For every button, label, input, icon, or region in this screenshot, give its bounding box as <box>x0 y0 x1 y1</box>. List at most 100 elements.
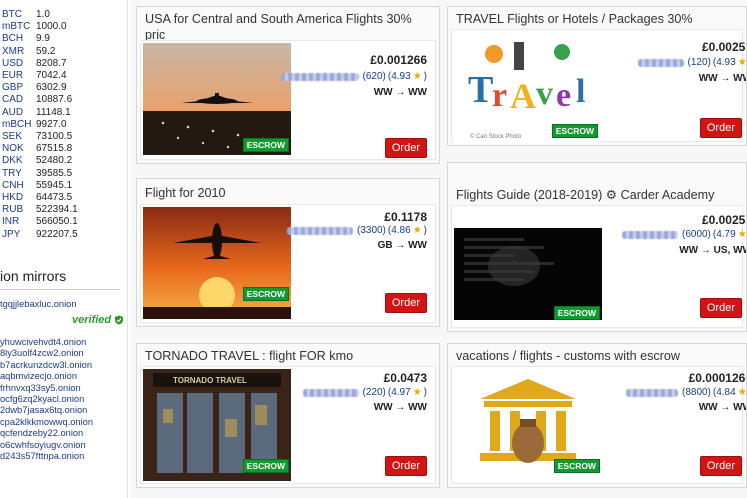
review-count: (6000) <box>681 229 711 240</box>
star-icon: ★ <box>412 71 422 82</box>
order-button[interactable]: Order <box>384 138 427 158</box>
rating-value: (4.93 <box>387 71 411 82</box>
listing-title[interactable]: TRAVEL Flights or Hotels / Packages 30% <box>456 11 740 27</box>
svg-text:l: l <box>576 73 585 110</box>
currency-value: 9927.0 <box>36 118 67 130</box>
rate-row: BCH 9.9 <box>0 33 78 45</box>
shield-check-icon <box>115 315 124 325</box>
currency-value: 1.0 <box>36 9 50 20</box>
mirror-link[interactable]: b7acrkunzdcw3l.onion <box>0 360 93 371</box>
mirrors-title: ion mirrors <box>0 268 67 284</box>
currency-code: HKD <box>2 192 24 204</box>
mirror-link[interactable]: frhnvxq33sy5.onion <box>0 383 93 394</box>
listing-image[interactable]: ESCROW <box>454 369 602 481</box>
mirror-link[interactable]: aqbmvizecjo.onion <box>0 371 93 382</box>
listing-image[interactable]: ESCROW <box>143 207 291 319</box>
star-icon: ★ <box>737 387 747 398</box>
currency-value: 11148.1 <box>36 106 71 118</box>
listing-card: USA for Central and South America Flight… <box>136 6 440 164</box>
review-count: (8800) <box>681 387 711 398</box>
currency-value: 6302.9 <box>36 82 67 94</box>
star-icon: ★ <box>737 57 747 68</box>
currency-value: 566050.1 <box>36 216 78 228</box>
listing-title[interactable]: Flight for 2010 <box>145 185 433 201</box>
vendor-name-blurred[interactable] <box>637 58 684 67</box>
vendor-name-blurred[interactable] <box>286 226 353 235</box>
currency-value: 8208.7 <box>36 57 67 69</box>
review-count: (120) <box>687 57 711 68</box>
rate-row: NOK 67515.8 <box>0 143 78 155</box>
rate-row: CNH 55945.1 <box>0 180 78 192</box>
mirror-link[interactable]: 8ly3uolf4zcw2.onion <box>0 348 93 359</box>
mirror-link[interactable]: d243s57fttnpa.onion <box>0 451 93 462</box>
currency-code: mBCH <box>2 118 32 130</box>
mirror-link[interactable]: ocfg6zq2kyacl.onion <box>0 394 93 405</box>
rating-value: (4.79 <box>712 229 736 240</box>
listing-body: T r A v e l © Can Stock Photo ESCROW £0.… <box>451 29 746 144</box>
escrow-badge: ESCROW <box>242 138 289 152</box>
order-button[interactable]: Order <box>699 118 742 138</box>
mirror-link[interactable]: yhuwcivehvdt4.onion <box>0 337 93 348</box>
currency-code: GBP <box>2 82 24 94</box>
listing-price: £0.00253 <box>701 213 747 227</box>
rate-row: BTC 1.0 <box>0 9 78 21</box>
vendor-line[interactable]: (8800) (4.84 ★) <box>625 387 747 398</box>
currency-value: 52480.2 <box>36 155 73 167</box>
rate-row: DKK 52480.2 <box>0 155 78 167</box>
currency-code: BTC <box>2 9 22 20</box>
vendor-name-blurred[interactable] <box>625 388 678 397</box>
listing-card: TORNADO TRAVEL : flight FOR kmo TORNADO … <box>136 343 440 488</box>
currency-code: CAD <box>2 94 24 106</box>
shipping-route: WW → US, WW <box>679 245 747 256</box>
currency-code: EUR <box>2 70 24 82</box>
order-button[interactable]: Order <box>384 293 427 313</box>
star-icon: ★ <box>737 229 747 240</box>
listing-image[interactable]: TORNADO TRAVEL ESCROW <box>143 369 291 481</box>
currency-code: INR <box>2 216 20 228</box>
primary-mirror-link[interactable]: tgqjjlebaxluc.onion <box>0 299 77 309</box>
order-button[interactable]: Order <box>699 456 742 476</box>
mirror-link[interactable]: 2dwb7jasax6tq.onion <box>0 405 93 416</box>
vendor-name-blurred[interactable] <box>302 388 359 397</box>
currency-value: 922207.5 <box>36 228 78 240</box>
mirror-link[interactable]: qcfendzeby22.onion <box>0 428 93 439</box>
vendor-line[interactable]: (220) (4.97 ★) <box>302 387 427 398</box>
listing-image[interactable]: ESCROW <box>143 43 291 155</box>
currency-code: USD <box>2 57 24 69</box>
review-count: (220) <box>362 387 386 398</box>
currency-code: XMR <box>2 45 25 57</box>
svg-text:A: A <box>510 76 536 116</box>
currency-code: CNH <box>2 179 24 191</box>
currency-value: 73100.5 <box>36 131 73 143</box>
vendor-line[interactable]: (3300) (4.86 ★) <box>286 225 427 236</box>
review-count: (620) <box>362 71 386 82</box>
listing-image[interactable]: T r A v e l © Can Stock Photo ESCROW <box>454 32 600 144</box>
listing-price: £0.0001266 <box>688 371 747 385</box>
listing-title[interactable]: USA for Central and South America Flight… <box>145 11 433 43</box>
listing-body: TORNADO TRAVEL ESCROW £0.0473 (220) (4.9… <box>140 366 436 484</box>
listing-price: £0.1178 <box>384 210 427 224</box>
rate-row: INR 566050.1 <box>0 216 78 228</box>
listing-title[interactable]: TORNADO TRAVEL : flight FOR kmo <box>145 348 433 364</box>
listing-body: ESCROW £0.00253 (6000) (4.79 ★) WW → US,… <box>451 205 746 328</box>
currency-code: TRY <box>2 167 22 179</box>
rate-row: XMR 59.2 <box>0 46 78 58</box>
vendor-name-blurred[interactable] <box>621 230 678 239</box>
order-button[interactable]: Order <box>699 298 742 318</box>
vendor-line[interactable]: (120) (4.93 ★) <box>637 57 747 68</box>
listing-image[interactable]: ESCROW <box>454 228 602 320</box>
listing-price: £0.001266 <box>370 53 427 67</box>
currency-code: RUB <box>2 204 24 216</box>
divider <box>0 289 120 290</box>
mirror-link[interactable]: o6cwhfsoyiugv.onion <box>0 440 93 451</box>
order-button[interactable]: Order <box>384 456 427 476</box>
listing-card: TRAVEL Flights or Hotels / Packages 30% … <box>447 6 747 146</box>
rating-value: (4.84 <box>712 387 736 398</box>
currency-value: 67515.8 <box>36 143 73 155</box>
vendor-name-blurred[interactable] <box>280 72 359 81</box>
listing-title[interactable]: Flights Guide (2018-2019) ⚙ Carder Acade… <box>456 187 740 203</box>
vendor-line[interactable]: (620) (4.93 ★) <box>280 71 427 82</box>
mirror-link[interactable]: cpa2klkkmowwq.onion <box>0 417 93 428</box>
listing-title[interactable]: vacations / flights - customs with escro… <box>456 348 740 364</box>
vendor-line[interactable]: (6000) (4.79 ★) <box>621 229 747 240</box>
